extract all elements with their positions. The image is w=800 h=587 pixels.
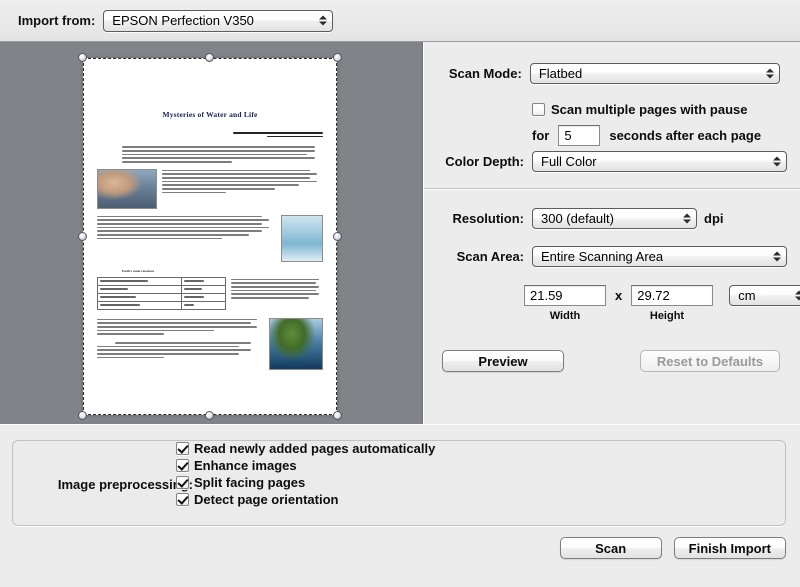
resolution-popup[interactable]: 300 (default) [532,208,697,229]
detect-page-orientation-checkbox[interactable] [176,493,189,506]
resolution-unit-label: dpi [704,211,724,226]
preview-button[interactable]: Preview [442,350,564,372]
preprocessing-options-list: Read newly added pages automatically Enh… [176,441,435,509]
chevron-updown-icon [765,66,774,81]
chevron-updown-icon [318,13,327,28]
resolution-label: Resolution: [452,211,525,226]
scan-multiple-pages-label: Scan multiple pages with pause [551,102,748,117]
document-photo-person [97,168,157,209]
pause-seconds-input[interactable]: 5 [558,125,601,146]
reset-to-defaults-button[interactable]: Reset to Defaults [640,350,780,372]
import-from-label: Import from: [18,13,96,28]
document-figure-glass-row [97,214,323,262]
option-detect-page-orientation[interactable]: Detect page orientation [176,492,435,507]
resize-handle-bottom-left[interactable] [78,411,87,420]
document-content: Mysteries of Water and Life Earth's wate… [96,72,323,401]
resolution-row: Resolution: 300 (default) dpi [424,208,724,229]
chevron-updown-icon [682,211,691,226]
scan-multiple-pages-checkbox[interactable] [532,103,545,116]
reset-button-row: Reset to Defaults [640,350,780,372]
height-caption: Height [649,310,685,322]
dimension-captions-row: Width Height [524,310,708,322]
scan-preview-pane[interactable]: Mysteries of Water and Life Earth's wate… [0,42,423,424]
split-facing-pages-label: Split facing pages [194,475,306,490]
scan-area-selection[interactable]: Mysteries of Water and Life Earth's wate… [78,53,342,420]
import-from-device-value: EPSON Perfection V350 [112,13,254,28]
table-row [96,276,226,286]
resize-handle-top-center[interactable] [205,53,214,62]
scan-area-value: Entire Scanning Area [541,249,664,264]
resize-handle-top-right[interactable] [333,53,342,62]
scan-area-label: Scan Area: [456,249,524,264]
scan-height-value: 29.72 [637,288,670,303]
import-header-bar: Import from: EPSON Perfection V350 [0,0,800,42]
scan-mode-popup[interactable]: Flatbed [529,63,780,84]
width-caption: Width [549,310,581,322]
scan-mode-row: Scan Mode: Flatbed [424,63,780,84]
scan-height-input[interactable]: 29.72 [631,285,714,306]
scan-button[interactable]: Scan [559,537,662,559]
color-depth-row: Color Depth: Full Color [424,151,787,172]
document-figure-person-row [97,168,323,209]
resize-handle-middle-left[interactable] [78,231,87,241]
settings-divider [424,188,800,190]
multipage-checkbox-row[interactable]: Scan multiple pages with pause [532,102,748,117]
color-depth-label: Color Depth: [445,154,524,169]
color-depth-popup[interactable]: Full Color [532,151,787,172]
dimensions-row: 21.59 x 29.72 cm [524,285,800,306]
document-data-table [96,276,226,310]
chevron-updown-icon [794,288,800,303]
document-figure-leaf-row [97,317,323,370]
read-newly-added-pages-checkbox[interactable] [176,442,189,455]
bottom-panel: Image preprocessing: Read newly added pa… [0,425,800,587]
footer-buttons: Scan Finish Import [559,537,786,559]
document-title: Mysteries of Water and Life [162,110,258,119]
option-split-facing-pages[interactable]: Split facing pages [176,475,435,490]
scan-settings-pane: Scan Mode: Flatbed Scan multiple pages w… [424,42,800,424]
document-photo-glass [281,214,323,262]
finish-import-button[interactable]: Finish Import [673,537,786,559]
scan-units-popup[interactable]: cm [729,285,800,306]
chevron-updown-icon [772,154,781,169]
resize-handle-bottom-center[interactable] [205,411,214,420]
document-table-row [96,276,323,314]
resolution-value: 300 (default) [541,211,614,226]
color-depth-value: Full Color [541,154,597,169]
resize-handle-top-left[interactable] [78,53,87,62]
import-from-device-popup[interactable]: EPSON Perfection V350 [103,9,334,32]
chevron-updown-icon [772,249,781,264]
scan-width-input[interactable]: 21.59 [524,285,606,306]
document-photo-leaf [269,317,323,370]
seconds-suffix-label: seconds after each page [609,128,762,143]
image-preprocessing-label: Image preprocessing: [57,477,193,492]
for-label: for [532,128,550,143]
pause-seconds-value: 5 [564,128,572,143]
table-row [96,284,226,294]
scan-area-popup[interactable]: Entire Scanning Area [532,246,787,267]
resize-handle-middle-right[interactable] [333,231,342,241]
option-enhance-images[interactable]: Enhance images [176,458,435,473]
scan-mode-label: Scan Mode: [448,66,522,81]
split-facing-pages-checkbox[interactable] [176,476,189,489]
enhance-images-label: Enhance images [194,458,297,473]
scanned-page-preview: Mysteries of Water and Life Earth's wate… [83,58,337,415]
detect-page-orientation-label: Detect page orientation [194,492,339,507]
preview-button-row: Preview [442,350,564,372]
preprocessing-groupbox: Image preprocessing: Read newly added pa… [12,440,786,526]
resize-handle-bottom-right[interactable] [333,411,342,420]
scan-units-value: cm [738,288,756,303]
scan-area-row: Scan Area: Entire Scanning Area [424,246,787,267]
scan-mode-value: Flatbed [538,66,583,81]
option-read-newly-added-pages[interactable]: Read newly added pages automatically [176,441,435,456]
document-paragraph [97,146,323,163]
dimension-separator-label: x [615,288,623,303]
document-subtitle [97,132,323,138]
document-section-heading: Earth's water resources [121,268,155,273]
read-newly-added-pages-label: Read newly added pages automatically [194,441,436,456]
scan-width-value: 21.59 [530,288,563,303]
table-row [96,292,226,302]
enhance-images-checkbox[interactable] [176,459,189,472]
table-row [96,300,226,310]
pause-seconds-row: for 5 seconds after each page [532,125,761,146]
